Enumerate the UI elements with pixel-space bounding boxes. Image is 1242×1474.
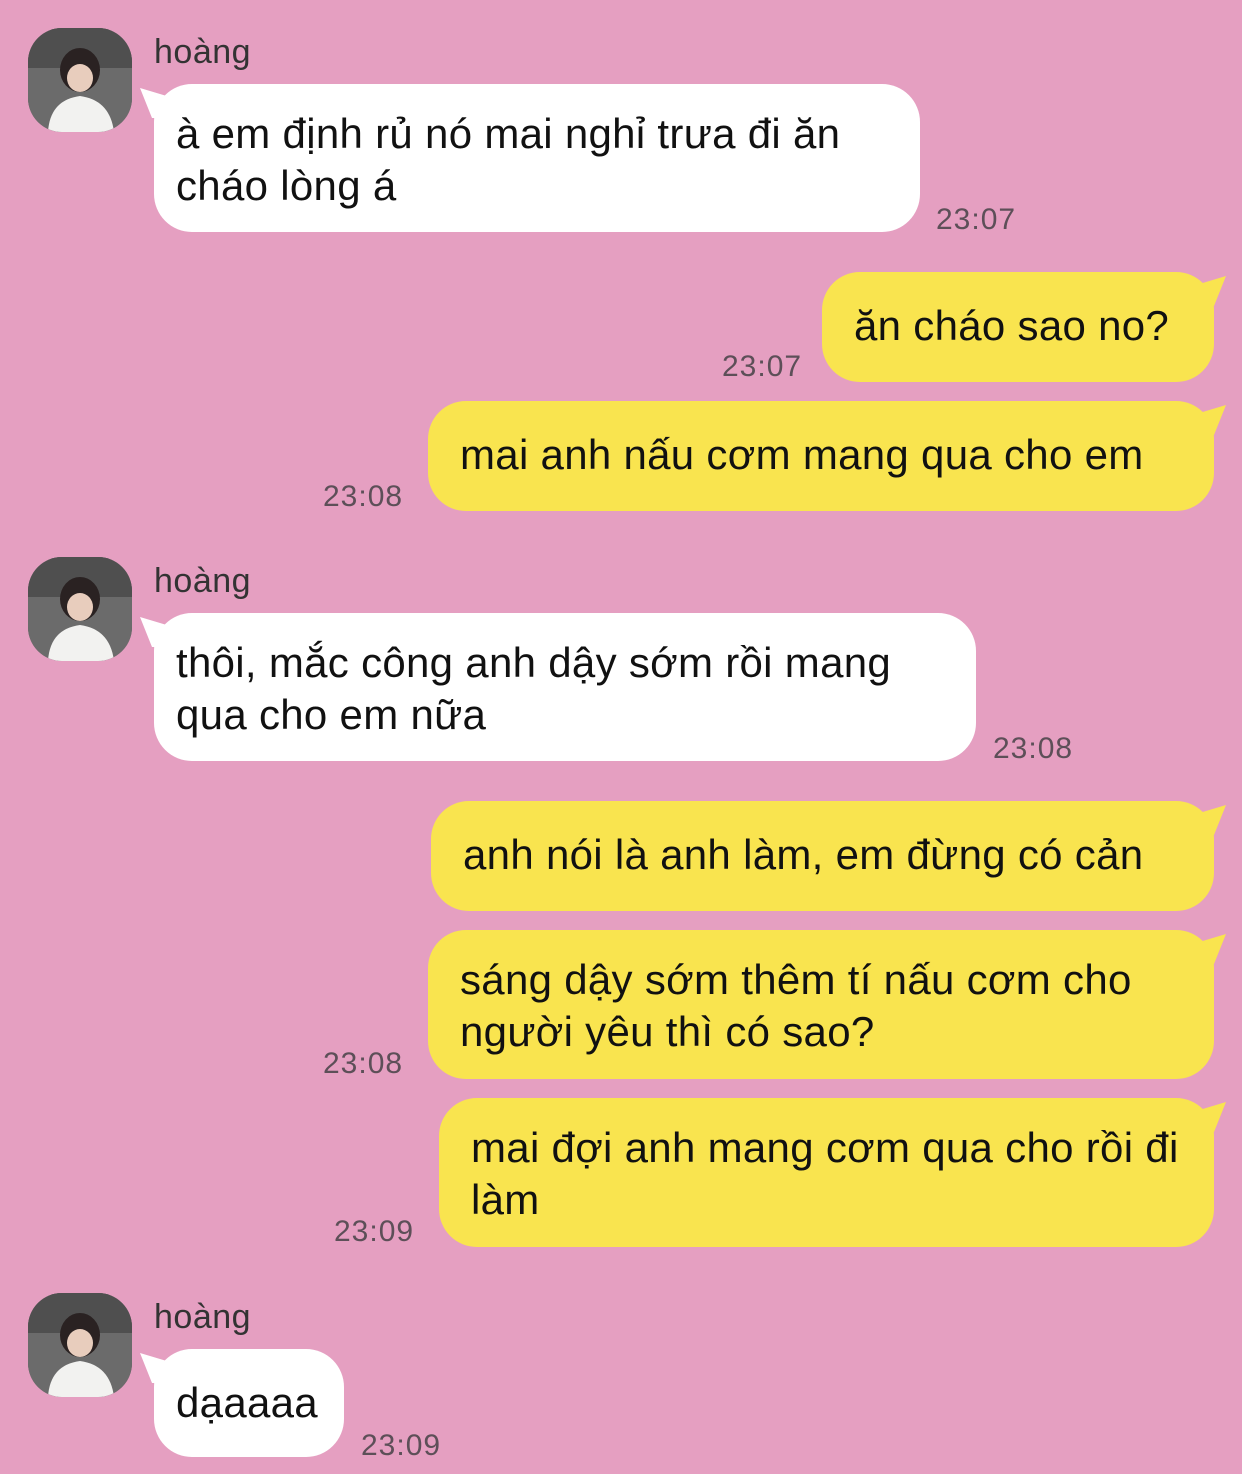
message-bubble-outgoing[interactable]: anh nói là anh làm, em đừng có cản — [431, 801, 1214, 911]
contact-avatar[interactable] — [28, 1293, 132, 1397]
message-text: sáng dậy sớm thêm tí nấu cơm cho người y… — [460, 956, 1132, 1055]
message-time: 23:08 — [993, 732, 1074, 765]
message-text: thôi, mắc công anh dậy sớm rồi mang qua … — [176, 639, 892, 738]
sender-name: hoàng — [154, 1298, 252, 1336]
sender-name: hoàng — [154, 33, 252, 71]
message-text: mai đợi anh mang cơm qua cho rồi đi làm — [471, 1124, 1179, 1223]
message-time: 23:08 — [323, 480, 404, 513]
message-time: 23:09 — [334, 1215, 415, 1248]
avatar-photo — [28, 557, 132, 661]
message-bubble-outgoing[interactable]: mai anh nấu cơm mang qua cho em — [428, 401, 1214, 511]
message-text: dạaaaa — [176, 1379, 318, 1426]
message-bubble-incoming[interactable]: thôi, mắc công anh dậy sớm rồi mang qua … — [154, 613, 976, 761]
message-time: 23:08 — [323, 1047, 404, 1080]
contact-avatar[interactable] — [28, 28, 132, 132]
contact-avatar[interactable] — [28, 557, 132, 661]
message-text: mai anh nấu cơm mang qua cho em — [460, 431, 1144, 478]
sender-name: hoàng — [154, 562, 252, 600]
message-text: à em định rủ nó mai nghỉ trưa đi ăn cháo… — [176, 110, 841, 209]
avatar-photo — [28, 28, 132, 132]
message-time: 23:07 — [936, 203, 1017, 236]
message-text: anh nói là anh làm, em đừng có cản — [463, 831, 1144, 878]
message-bubble-incoming[interactable]: à em định rủ nó mai nghỉ trưa đi ăn cháo… — [154, 84, 920, 232]
message-bubble-outgoing[interactable]: ăn cháo sao no? — [822, 272, 1214, 382]
message-time: 23:09 — [361, 1429, 442, 1462]
message-bubble-incoming[interactable]: dạaaaa — [154, 1349, 344, 1457]
avatar-photo — [28, 1293, 132, 1397]
message-bubble-outgoing[interactable]: sáng dậy sớm thêm tí nấu cơm cho người y… — [428, 930, 1214, 1079]
message-bubble-outgoing[interactable]: mai đợi anh mang cơm qua cho rồi đi làm — [439, 1098, 1214, 1247]
message-time: 23:07 — [722, 350, 803, 383]
message-text: ăn cháo sao no? — [854, 302, 1170, 349]
